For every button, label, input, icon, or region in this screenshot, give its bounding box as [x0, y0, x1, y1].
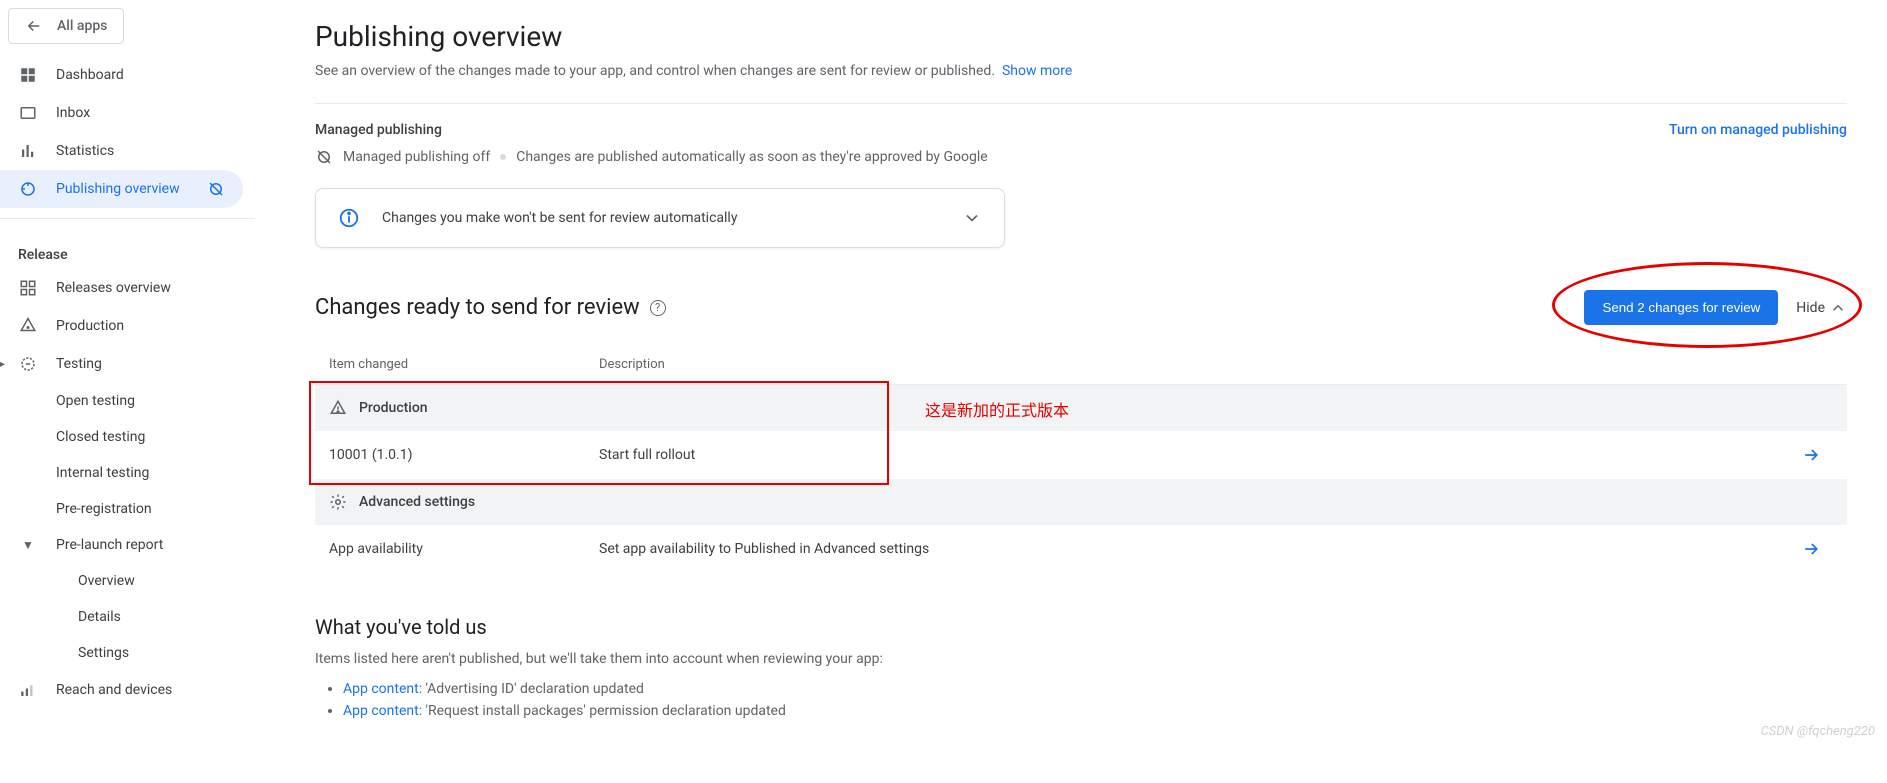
- changes-table: Item changed Description Production: [315, 345, 1847, 573]
- group-advanced-settings: Advanced settings: [315, 479, 1847, 525]
- publishing-overview-icon: [18, 180, 38, 198]
- releases-overview-icon: [18, 279, 38, 297]
- arrow-left-icon: [25, 17, 43, 35]
- list-item: App content: 'Request install packages' …: [343, 703, 1847, 719]
- caret-down-icon: ▼: [18, 538, 38, 552]
- nav-open-testing[interactable]: Open testing: [0, 383, 255, 419]
- managed-publishing-title: Managed publishing: [315, 122, 988, 138]
- chevron-down-icon: [962, 208, 982, 228]
- app-content-link[interactable]: App content: [343, 703, 419, 719]
- info-card[interactable]: Changes you make won't be sent for revie…: [315, 188, 1005, 248]
- all-apps-label: All apps: [57, 18, 107, 34]
- managed-auto-text: Changes are published automatically as s…: [516, 149, 987, 165]
- changes-ready-title: Changes ready to send for review ?: [315, 295, 666, 320]
- all-apps-button[interactable]: All apps: [8, 8, 124, 44]
- nav-plr-overview[interactable]: Overview: [0, 563, 255, 599]
- nav-label: Dashboard: [56, 67, 124, 83]
- managed-publishing-status: Managed publishing off Changes are publi…: [315, 148, 988, 166]
- col-desc: Description: [585, 345, 1787, 385]
- info-icon: [338, 207, 360, 229]
- nav-statistics[interactable]: Statistics: [0, 132, 255, 170]
- nav-label: Production: [56, 318, 124, 334]
- hide-label: Hide: [1796, 300, 1825, 316]
- list-item: App content: 'Advertising ID' declaratio…: [343, 681, 1847, 697]
- nav-inbox[interactable]: Inbox: [0, 94, 255, 132]
- nav-reach-devices[interactable]: Reach and devices: [0, 671, 255, 709]
- nav-publishing-overview[interactable]: Publishing overview: [0, 170, 243, 208]
- told-subtitle: Items listed here aren't published, but …: [315, 651, 1847, 667]
- show-more-link[interactable]: Show more: [1002, 63, 1072, 79]
- dashboard-icon: [18, 66, 38, 84]
- nav-label: Pre-registration: [56, 501, 152, 517]
- inbox-icon: [18, 104, 38, 122]
- status-dot: [500, 154, 506, 160]
- nav-label: Testing: [56, 356, 102, 372]
- nav-pre-registration[interactable]: Pre-registration: [0, 491, 255, 527]
- production-icon: [329, 399, 347, 417]
- watermark: CSDN @fqcheng220: [1761, 724, 1875, 739]
- nav-production[interactable]: Production: [0, 307, 255, 345]
- nav-releases-overview[interactable]: Releases overview: [0, 269, 255, 307]
- told-title: What you've told us: [315, 615, 1847, 639]
- sidebar: All apps Dashboard Inbox Statistics Publ…: [0, 0, 255, 745]
- managed-off-label: Managed publishing off: [343, 149, 490, 165]
- cell-desc: Start full rollout: [585, 431, 1787, 479]
- nav-label: Publishing overview: [56, 181, 180, 197]
- nav-plr-settings[interactable]: Settings: [0, 635, 255, 671]
- nav-prelaunch-report[interactable]: ▼ Pre-launch report: [0, 527, 255, 563]
- cell-item: App availability: [315, 525, 585, 573]
- page-title: Publishing overview: [315, 20, 1847, 53]
- reach-devices-icon: [18, 681, 38, 699]
- help-icon[interactable]: ?: [650, 300, 666, 316]
- nav-label: Reach and devices: [56, 682, 172, 698]
- arrow-icon[interactable]: [1787, 525, 1847, 573]
- nav-label: Overview: [78, 573, 135, 589]
- gear-icon: [329, 493, 347, 511]
- send-changes-button[interactable]: Send 2 changes for review: [1584, 290, 1778, 325]
- chevron-up-icon: [1829, 299, 1847, 317]
- info-text: Changes you make won't be sent for revie…: [382, 210, 737, 226]
- publishing-off-icon: [207, 180, 225, 198]
- nav-label: Open testing: [56, 393, 135, 409]
- arrow-icon[interactable]: [1787, 431, 1847, 479]
- testing-icon: [18, 355, 38, 373]
- nav-label: Internal testing: [56, 465, 149, 481]
- hide-button[interactable]: Hide: [1796, 299, 1847, 317]
- nav-closed-testing[interactable]: Closed testing: [0, 419, 255, 455]
- release-header: Release: [0, 229, 255, 269]
- production-icon: [18, 317, 38, 335]
- nav-plr-details[interactable]: Details: [0, 599, 255, 635]
- caret-right-icon: ▸: [0, 356, 5, 372]
- nav-internal-testing[interactable]: Internal testing: [0, 455, 255, 491]
- table-row[interactable]: 10001 (1.0.1) Start full rollout: [315, 431, 1847, 479]
- col-item: Item changed: [315, 345, 585, 385]
- group-label: Production: [359, 400, 428, 416]
- app-content-link[interactable]: App content: [343, 681, 419, 697]
- managed-off-icon: [315, 148, 333, 166]
- nav-testing[interactable]: ▸ Testing: [0, 345, 255, 383]
- cell-item: 10001 (1.0.1): [315, 431, 585, 479]
- group-label: Advanced settings: [359, 494, 475, 510]
- nav-label: Details: [78, 609, 121, 625]
- main-content: Publishing overview See an overview of t…: [255, 0, 1887, 745]
- page-subtitle: See an overview of the changes made to y…: [315, 63, 1847, 79]
- nav-label: Inbox: [56, 105, 90, 121]
- nav-label: Releases overview: [56, 280, 171, 296]
- nav-label: Statistics: [56, 143, 114, 159]
- nav-label: Settings: [78, 645, 129, 661]
- group-production: Production: [315, 385, 1847, 432]
- nav-label: Pre-launch report: [56, 537, 163, 553]
- cell-desc: Set app availability to Published in Adv…: [585, 525, 1787, 573]
- table-row[interactable]: App availability Set app availability to…: [315, 525, 1847, 573]
- told-list: App content: 'Advertising ID' declaratio…: [315, 681, 1847, 719]
- turn-on-managed-publishing-link[interactable]: Turn on managed publishing: [1669, 122, 1847, 138]
- nav-dashboard[interactable]: Dashboard: [0, 56, 255, 94]
- statistics-icon: [18, 142, 38, 160]
- nav-label: Closed testing: [56, 429, 145, 445]
